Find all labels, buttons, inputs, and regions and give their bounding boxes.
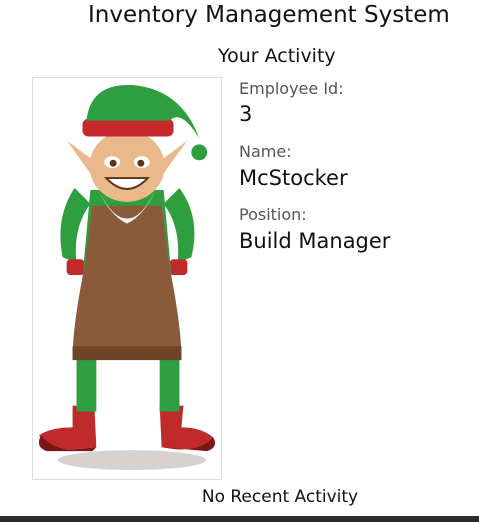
app-title: Inventory Management System — [88, 2, 450, 28]
name-value: McStocker — [239, 166, 348, 190]
position-label: Position: — [239, 205, 307, 224]
employee-id-label: Employee Id: — [239, 79, 344, 98]
position-value: Build Manager — [239, 229, 391, 253]
bottom-bar — [0, 516, 479, 522]
no-recent-activity-message: No Recent Activity — [201, 487, 359, 507]
employee-id-value: 3 — [239, 102, 253, 126]
elf-employee-avatar-icon — [38, 84, 216, 470]
section-title: Your Activity — [218, 45, 336, 67]
name-label: Name: — [239, 142, 292, 161]
employee-portrait — [32, 77, 222, 480]
